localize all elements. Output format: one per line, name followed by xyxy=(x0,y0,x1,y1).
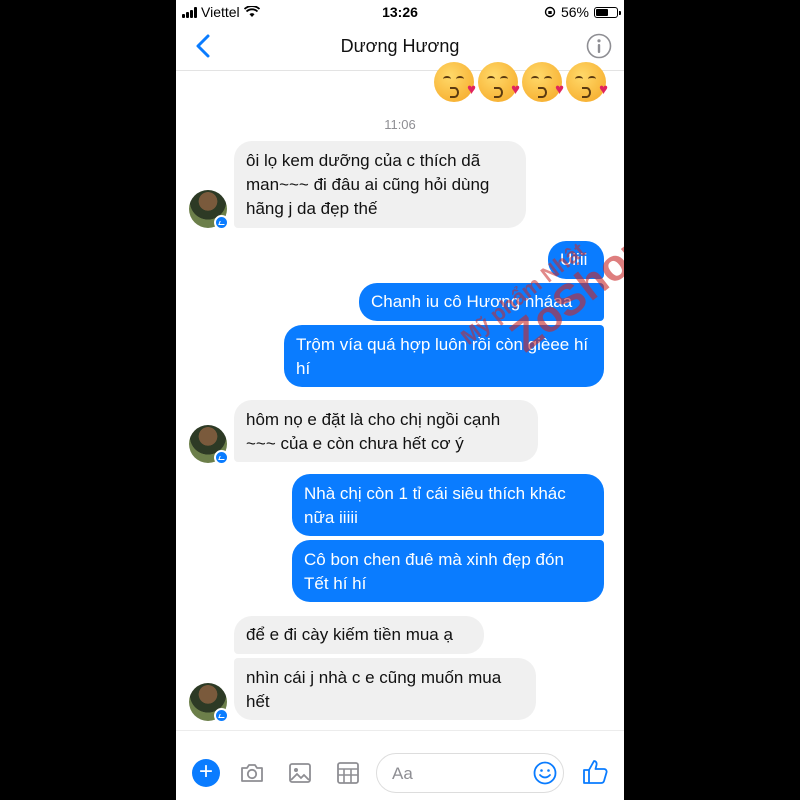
messenger-badge-icon xyxy=(214,450,229,465)
kissing-heart-emoji-icon: ♥ xyxy=(478,62,520,102)
sticker-grid-icon[interactable] xyxy=(334,759,362,787)
contact-avatar[interactable] xyxy=(189,425,229,465)
incoming-message[interactable]: hôm nọ e đặt là cho chị ngồi cạnh ~~~ củ… xyxy=(234,400,538,462)
battery-percent: 56% xyxy=(560,4,589,20)
battery-icon xyxy=(594,6,621,18)
orientation-lock-icon xyxy=(544,6,556,18)
outgoing-message[interactable]: Cô bon chen đuê mà xinh đẹp đón Tết hí h… xyxy=(292,540,604,602)
incoming-message[interactable]: để e đi cày kiếm tiền mua ạ xyxy=(234,616,484,654)
message-composer: + Aa xyxy=(176,730,624,800)
plus-icon[interactable]: + xyxy=(192,759,220,787)
contact-name[interactable]: Dương Hương xyxy=(176,36,624,57)
outgoing-message[interactable]: Chanh iu cô Hương nháaa xyxy=(359,283,604,321)
kissing-heart-emoji-icon: ♥ xyxy=(522,62,564,102)
kissing-heart-emoji-icon: ♥ xyxy=(434,62,476,102)
phone-screen: Viettel 13:26 56% Dương Hương ♥ ♥ ♥ ♥ 11… xyxy=(176,0,624,800)
contact-avatar[interactable] xyxy=(189,190,229,230)
outgoing-message[interactable]: Trộm vía quá hợp luôn rồi còn gièee hí h… xyxy=(284,325,604,387)
emoji-message: ♥ ♥ ♥ ♥ xyxy=(434,62,608,102)
incoming-message[interactable]: ôi lọ kem dưỡng của c thích dã man~~~ đi… xyxy=(234,141,526,228)
gallery-icon[interactable] xyxy=(286,759,314,787)
camera-icon[interactable] xyxy=(238,759,266,787)
message-input-placeholder: Aa xyxy=(392,764,413,783)
outgoing-message[interactable]: Nhà chị còn 1 tỉ cái siêu thích khác nữa… xyxy=(292,474,604,536)
thumbs-up-icon[interactable] xyxy=(580,757,610,787)
message-timestamp: 11:06 xyxy=(384,117,416,132)
emoji-icon[interactable] xyxy=(533,761,557,785)
kissing-heart-emoji-icon: ♥ xyxy=(566,62,608,102)
messenger-badge-icon xyxy=(214,215,229,230)
messenger-badge-icon xyxy=(214,708,229,723)
incoming-message[interactable]: nhìn cái j nhà c e cũng muốn mua hết xyxy=(234,658,536,720)
message-input[interactable]: Aa xyxy=(376,753,564,793)
outgoing-message[interactable]: Uiiii xyxy=(548,241,604,279)
contact-avatar[interactable] xyxy=(189,683,229,723)
info-icon[interactable] xyxy=(586,33,612,59)
status-bar: Viettel 13:26 56% xyxy=(176,0,624,24)
